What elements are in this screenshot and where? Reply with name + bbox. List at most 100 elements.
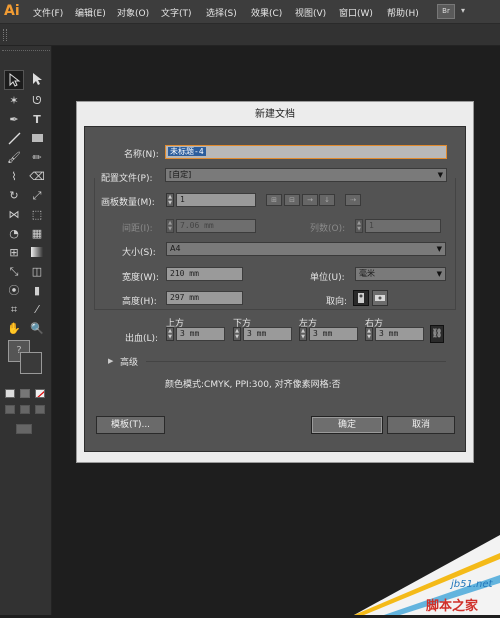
- draw-behind-icon[interactable]: [20, 405, 30, 414]
- menu-object[interactable]: 对象(O): [117, 6, 149, 19]
- fill-stroke-swatches[interactable]: ?: [4, 338, 48, 378]
- name-value: 未标题-4: [168, 147, 206, 156]
- draw-normal-icon[interactable]: [5, 405, 15, 414]
- hand-tool-icon[interactable]: ✋: [4, 319, 24, 339]
- arrange-by-column-icon[interactable]: ↓: [319, 194, 335, 206]
- rectangle-tool-icon[interactable]: [27, 129, 47, 149]
- rotate-tool-icon[interactable]: ↻: [4, 186, 24, 206]
- dialog-title: 新建文档: [255, 109, 295, 120]
- menu-effect[interactable]: 效果(C): [251, 6, 282, 19]
- column-graph-tool-icon[interactable]: ▮: [27, 281, 47, 301]
- right-to-left-icon[interactable]: ⇢: [345, 194, 361, 206]
- bleed-top-field[interactable]: 3 mm: [176, 327, 225, 341]
- portrait-icon[interactable]: [353, 290, 369, 306]
- draw-inside-icon[interactable]: [35, 405, 45, 414]
- lasso-tool-icon[interactable]: ᘎ: [27, 91, 47, 111]
- arrange-by-row-icon[interactable]: →: [302, 194, 318, 206]
- control-bar: [0, 24, 500, 46]
- height-field[interactable]: 297 mm: [166, 291, 243, 305]
- screen-mode-icon[interactable]: [16, 424, 32, 434]
- artboards-stepper[interactable]: ▲ ▼: [166, 193, 174, 207]
- menu-select[interactable]: 选择(S): [206, 6, 237, 19]
- menu-edit[interactable]: 编辑(E): [75, 6, 106, 19]
- menu-view[interactable]: 视图(V): [295, 6, 326, 19]
- name-label: 名称(N):: [124, 150, 159, 160]
- menu-type[interactable]: 文字(T): [161, 6, 192, 19]
- blend-tool-icon[interactable]: ◫: [27, 262, 47, 282]
- blob-brush-tool-icon[interactable]: ⌇: [4, 167, 24, 187]
- symbol-sprayer-tool-icon[interactable]: ⦿: [4, 281, 24, 301]
- columns-stepper[interactable]: ▲ ▼: [355, 219, 363, 233]
- spacing-label: 间距(I):: [122, 224, 153, 234]
- orientation-label: 取向:: [326, 297, 348, 307]
- columns-label: 列数(O):: [310, 224, 346, 234]
- templates-button[interactable]: 模板(T)...: [96, 416, 165, 434]
- chevron-down-icon: ▼: [436, 245, 442, 253]
- shape-builder-tool-icon[interactable]: ◔: [4, 224, 24, 244]
- scale-tool-icon[interactable]: ⤢: [27, 186, 47, 206]
- grid-by-column-icon[interactable]: ⊟: [284, 194, 300, 206]
- units-select[interactable]: 毫米 ▼: [355, 267, 446, 281]
- menu-window[interactable]: 窗口(W): [339, 6, 373, 19]
- bridge-button[interactable]: Br: [437, 4, 455, 19]
- bleed-left-field[interactable]: 3 mm: [309, 327, 358, 341]
- grip-icon[interactable]: [3, 29, 7, 41]
- pen-tool-icon[interactable]: ✒: [4, 110, 24, 130]
- bleed-label: 出血(L):: [125, 334, 159, 344]
- grid-by-row-icon[interactable]: ⊞: [266, 194, 282, 206]
- link-icon[interactable]: ⛓: [430, 325, 444, 343]
- color-mode-icon[interactable]: [5, 389, 15, 398]
- mesh-tool-icon[interactable]: ⊞: [4, 243, 24, 263]
- menu-help[interactable]: 帮助(H): [387, 6, 419, 19]
- chevron-down-icon[interactable]: ▾: [461, 6, 465, 15]
- bleed-bottom-stepper[interactable]: ▲ ▼: [233, 327, 241, 341]
- cancel-button[interactable]: 取消: [387, 416, 455, 434]
- line-tool-icon[interactable]: [4, 129, 24, 149]
- magic-wand-tool-icon[interactable]: ✶: [4, 91, 24, 111]
- bleed-left-stepper[interactable]: ▲ ▼: [299, 327, 307, 341]
- menu-file[interactable]: 文件(F): [33, 6, 63, 19]
- paintbrush-tool-icon[interactable]: 🖌: [4, 148, 24, 168]
- direct-selection-tool-icon[interactable]: [27, 70, 47, 90]
- free-transform-tool-icon[interactable]: ⬚: [27, 205, 47, 225]
- slice-tool-icon[interactable]: ⁄: [27, 300, 47, 320]
- chevron-down-icon: ▼: [436, 270, 442, 278]
- bleed-bottom-field[interactable]: 3 mm: [243, 327, 292, 341]
- stroke-swatch[interactable]: [20, 352, 42, 374]
- document-summary: 颜色模式:CMYK, PPI:300, 对齐像素网格:否: [165, 380, 341, 390]
- bleed-right-stepper[interactable]: ▲ ▼: [365, 327, 373, 341]
- zoom-tool-icon[interactable]: 🔍: [27, 319, 47, 339]
- columns-field[interactable]: 1: [365, 219, 441, 233]
- ok-button[interactable]: 确定: [311, 416, 383, 434]
- artboard-tool-icon[interactable]: ⌗: [4, 300, 24, 320]
- gradient-tool-icon[interactable]: [27, 243, 47, 263]
- advanced-toggle[interactable]: 高级: [120, 355, 138, 368]
- divider: [146, 361, 446, 362]
- width-field[interactable]: 210 mm: [166, 267, 243, 281]
- panel-grip[interactable]: [2, 50, 50, 53]
- size-select[interactable]: A4 ▼: [166, 242, 446, 256]
- landscape-icon[interactable]: [372, 290, 388, 306]
- none-mode-icon[interactable]: [35, 389, 45, 398]
- perspective-grid-tool-icon[interactable]: ▦: [27, 224, 47, 244]
- app-logo: Ai: [4, 3, 20, 19]
- units-label: 单位(U):: [310, 273, 345, 283]
- eyedropper-tool-icon[interactable]: ⤡: [4, 262, 24, 282]
- units-value: 毫米: [359, 269, 375, 278]
- bleed-right-field[interactable]: 3 mm: [375, 327, 424, 341]
- chevron-right-icon[interactable]: ▶: [108, 357, 113, 365]
- width-tool-icon[interactable]: ⋈: [4, 205, 24, 225]
- watermark-site: jb51.net: [451, 579, 493, 590]
- selection-tool-icon[interactable]: [4, 70, 24, 90]
- size-label: 大小(S):: [122, 248, 156, 258]
- gradient-mode-icon[interactable]: [20, 389, 30, 398]
- artboards-field[interactable]: 1: [176, 193, 256, 207]
- pencil-tool-icon[interactable]: ✏: [27, 148, 47, 168]
- height-label: 高度(H):: [122, 297, 157, 307]
- spacing-stepper[interactable]: ▲ ▼: [166, 219, 174, 233]
- spacing-field[interactable]: 7.06 mm: [176, 219, 256, 233]
- name-field[interactable]: 未标题-4: [165, 145, 447, 159]
- bleed-top-stepper[interactable]: ▲ ▼: [166, 327, 174, 341]
- eraser-tool-icon[interactable]: ⌫: [27, 167, 47, 187]
- type-tool-icon[interactable]: T: [27, 110, 47, 130]
